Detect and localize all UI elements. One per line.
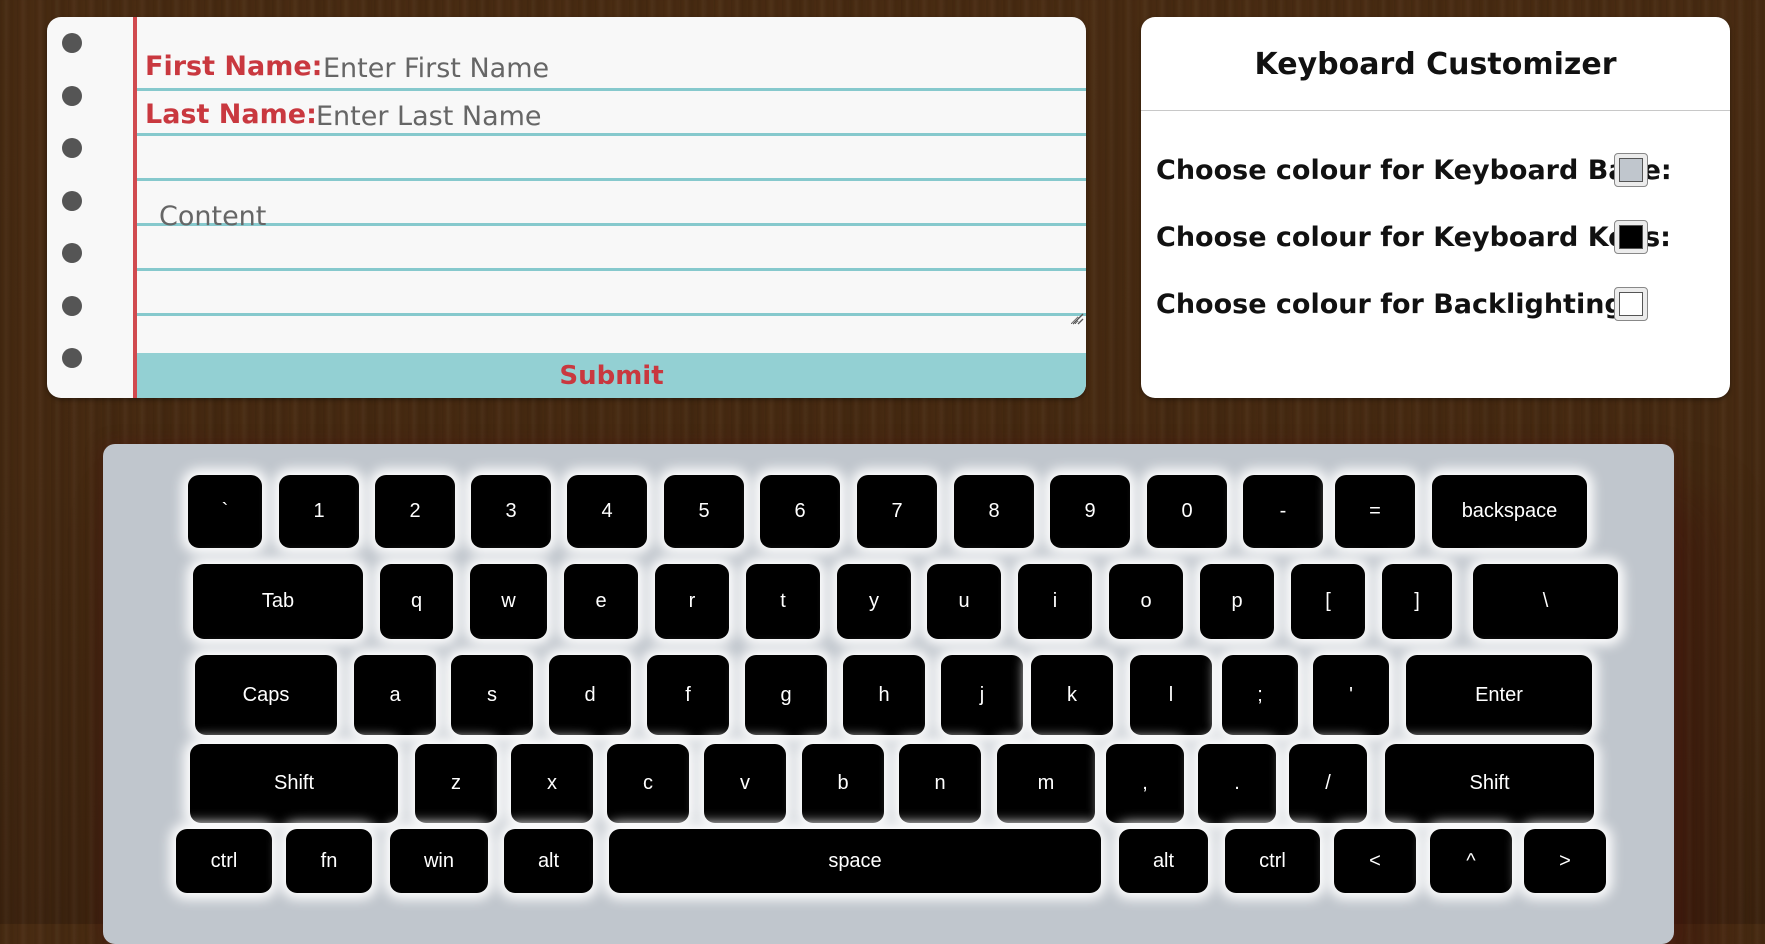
submit-button[interactable]: Submit bbox=[137, 353, 1086, 398]
base-color-label: Choose colour for Keyboard Base: bbox=[1156, 155, 1672, 186]
key-k[interactable]: k bbox=[1031, 655, 1113, 735]
keys-color-swatch bbox=[1619, 225, 1643, 249]
key-9[interactable]: 9 bbox=[1050, 475, 1130, 548]
key-shift[interactable]: Shift bbox=[190, 744, 398, 823]
ruled-line bbox=[137, 88, 1086, 91]
key-p[interactable]: p bbox=[1200, 564, 1274, 639]
key-slash[interactable]: / bbox=[1289, 744, 1367, 823]
key-backslash[interactable]: \ bbox=[1473, 564, 1618, 639]
binder-hole bbox=[62, 296, 82, 316]
key-u[interactable]: u bbox=[927, 564, 1001, 639]
key-s[interactable]: s bbox=[451, 655, 533, 735]
key-6[interactable]: 6 bbox=[760, 475, 840, 548]
last-name-input[interactable] bbox=[316, 99, 1063, 133]
key-j[interactable]: j bbox=[941, 655, 1023, 735]
keys-color-label: Choose colour for Keyboard Keys: bbox=[1156, 222, 1671, 253]
key-tab[interactable]: Tab bbox=[193, 564, 363, 639]
base-color-picker[interactable] bbox=[1614, 153, 1648, 187]
key-shift[interactable]: Shift bbox=[1385, 744, 1594, 823]
keyboard-customizer-panel: Keyboard Customizer Choose colour for Ke… bbox=[1141, 17, 1730, 398]
key-v[interactable]: v bbox=[704, 744, 786, 823]
key-period[interactable]: . bbox=[1198, 744, 1276, 823]
customizer-divider bbox=[1141, 110, 1730, 111]
key-comma[interactable]: , bbox=[1106, 744, 1184, 823]
base-color-swatch bbox=[1619, 158, 1643, 182]
key-enter[interactable]: Enter bbox=[1406, 655, 1592, 735]
backlight-color-label: Choose colour for Backlighting: bbox=[1156, 289, 1635, 320]
key-g[interactable]: g bbox=[745, 655, 827, 735]
key-w[interactable]: w bbox=[470, 564, 547, 639]
key-lbracket[interactable]: [ bbox=[1291, 564, 1365, 639]
key-0[interactable]: 0 bbox=[1147, 475, 1227, 548]
key-ctrl[interactable]: ctrl bbox=[1225, 829, 1320, 893]
key-4[interactable]: 4 bbox=[567, 475, 647, 548]
key-o[interactable]: o bbox=[1109, 564, 1183, 639]
key-l[interactable]: l bbox=[1130, 655, 1212, 735]
key-semicolon[interactable]: ; bbox=[1222, 655, 1298, 735]
first-name-input[interactable] bbox=[323, 51, 1063, 85]
key-q[interactable]: q bbox=[380, 564, 453, 639]
key-t[interactable]: t bbox=[746, 564, 820, 639]
content-textarea[interactable] bbox=[149, 191, 1079, 325]
key-alt[interactable]: alt bbox=[504, 829, 593, 893]
key-y[interactable]: y bbox=[837, 564, 911, 639]
key-2[interactable]: 2 bbox=[375, 475, 455, 548]
key-minus[interactable]: - bbox=[1243, 475, 1323, 548]
key-m[interactable]: m bbox=[997, 744, 1095, 823]
key-win[interactable]: win bbox=[390, 829, 488, 893]
ruled-paper: First Name: Last Name: bbox=[137, 17, 1086, 353]
binder-hole bbox=[62, 191, 82, 211]
key-d[interactable]: d bbox=[549, 655, 631, 735]
key-rbracket[interactable]: ] bbox=[1382, 564, 1452, 639]
key-quote[interactable]: ' bbox=[1313, 655, 1389, 735]
key-e[interactable]: e bbox=[564, 564, 638, 639]
key-c[interactable]: c bbox=[607, 744, 689, 823]
ruled-line bbox=[137, 133, 1086, 136]
key-up[interactable]: ^ bbox=[1430, 829, 1512, 893]
last-name-label: Last Name: bbox=[145, 99, 317, 130]
key-right[interactable]: > bbox=[1524, 829, 1606, 893]
resize-handle-icon[interactable] bbox=[1072, 313, 1084, 325]
notebook-form: First Name: Last Name: Submit bbox=[47, 17, 1086, 398]
key-caps[interactable]: Caps bbox=[195, 655, 337, 735]
keyboard-base: ` 1 2 3 4 5 6 7 8 9 0- = backspace Tab q w e r t y u i o p[] \ Ca… bbox=[103, 444, 1674, 944]
key-1[interactable]: 1 bbox=[279, 475, 359, 548]
binder-hole bbox=[62, 243, 82, 263]
key-left[interactable]: < bbox=[1334, 829, 1416, 893]
binder-hole bbox=[62, 138, 82, 158]
key-ctrl[interactable]: ctrl bbox=[176, 829, 272, 893]
key-a[interactable]: a bbox=[354, 655, 436, 735]
keys-color-picker[interactable] bbox=[1614, 220, 1648, 254]
key-backtick[interactable]: ` bbox=[188, 475, 262, 548]
key-i[interactable]: i bbox=[1018, 564, 1092, 639]
binder-hole bbox=[62, 33, 82, 53]
key-h[interactable]: h bbox=[843, 655, 925, 735]
backlight-color-picker[interactable] bbox=[1614, 287, 1648, 321]
key-7[interactable]: 7 bbox=[857, 475, 937, 548]
key-x[interactable]: x bbox=[511, 744, 593, 823]
key-fn[interactable]: fn bbox=[286, 829, 372, 893]
key-r[interactable]: r bbox=[655, 564, 729, 639]
key-space[interactable]: space bbox=[609, 829, 1101, 893]
customizer-title: Keyboard Customizer bbox=[1254, 47, 1617, 82]
binder-hole bbox=[62, 348, 82, 368]
key-alt[interactable]: alt bbox=[1119, 829, 1208, 893]
key-3[interactable]: 3 bbox=[471, 475, 551, 548]
key-z[interactable]: z bbox=[415, 744, 497, 823]
ruled-line bbox=[137, 178, 1086, 181]
binder-hole bbox=[62, 86, 82, 106]
backlight-color-swatch bbox=[1619, 292, 1643, 316]
key-f[interactable]: f bbox=[647, 655, 729, 735]
key-8[interactable]: 8 bbox=[954, 475, 1034, 548]
key-5[interactable]: 5 bbox=[664, 475, 744, 548]
key-backspace[interactable]: backspace bbox=[1432, 475, 1587, 548]
first-name-label: First Name: bbox=[145, 51, 323, 82]
key-n[interactable]: n bbox=[899, 744, 981, 823]
key-equals[interactable]: = bbox=[1335, 475, 1415, 548]
key-b[interactable]: b bbox=[802, 744, 884, 823]
